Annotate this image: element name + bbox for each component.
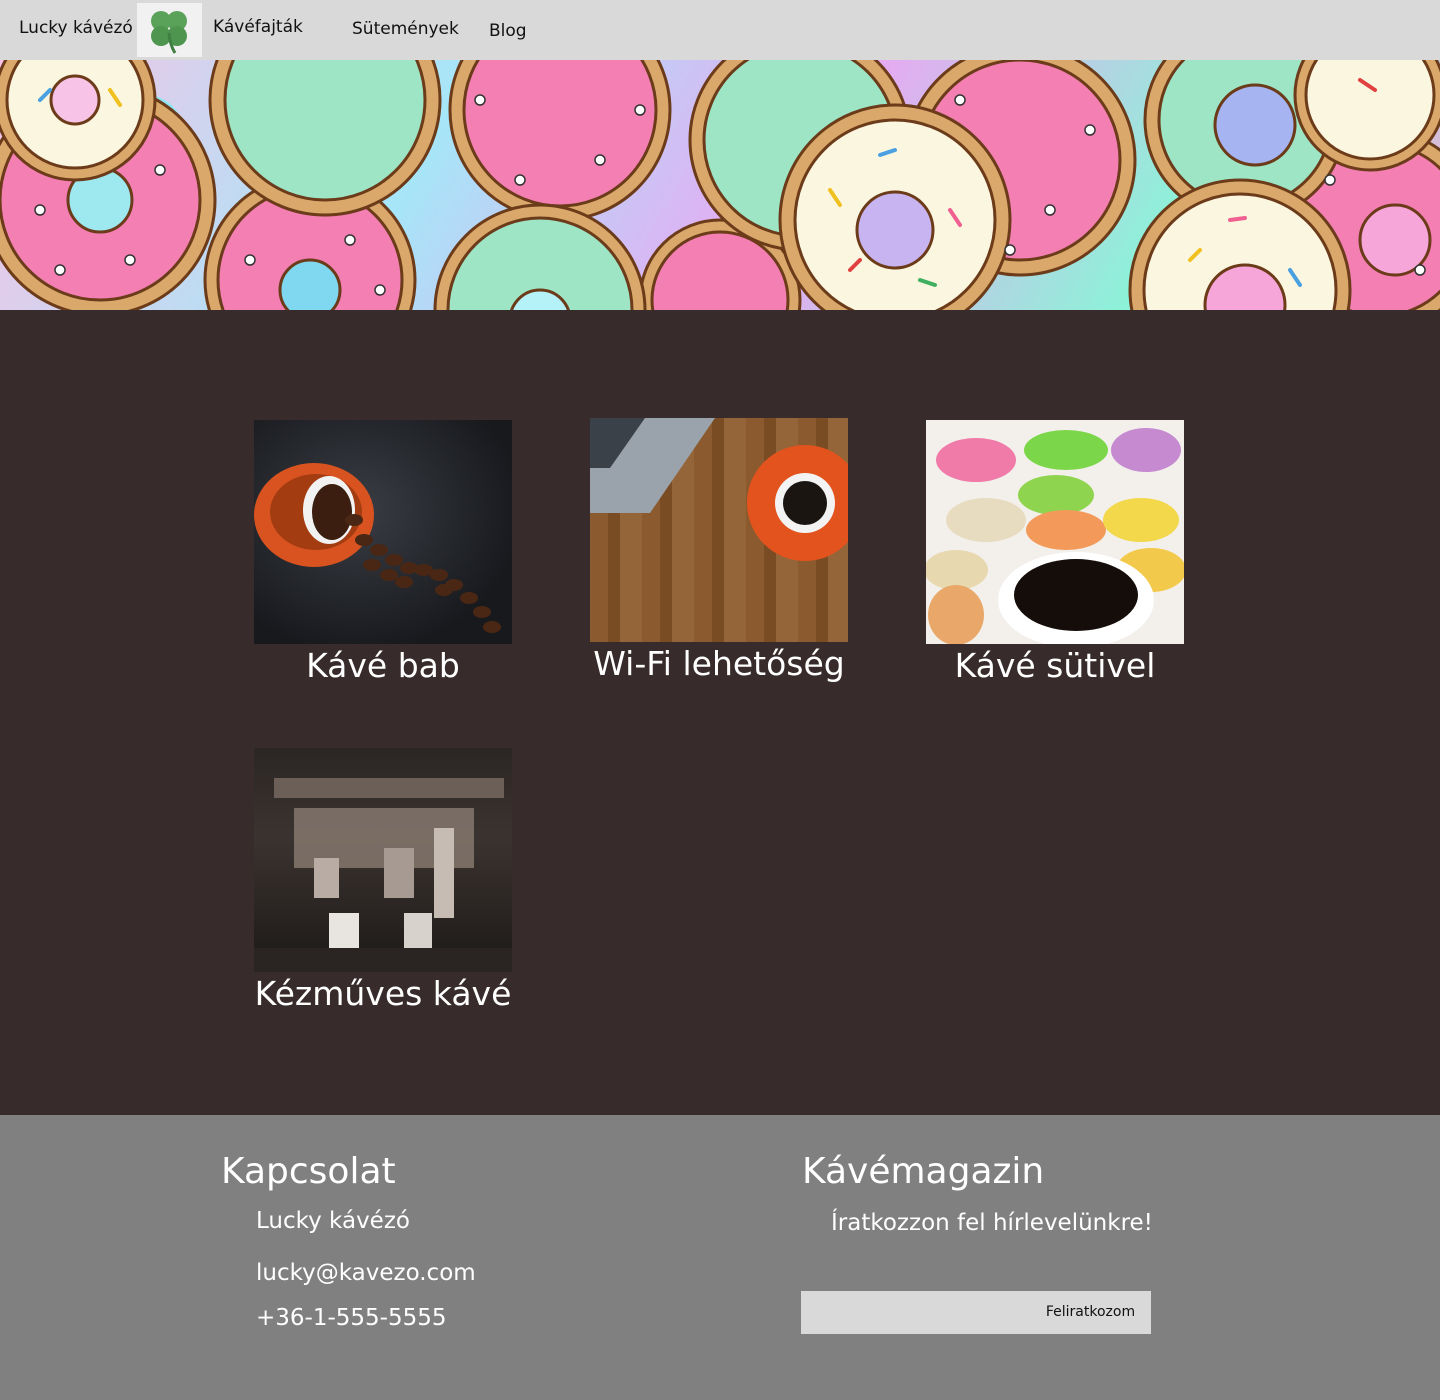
contact-email[interactable]: lucky@kavezo.com [256,1260,476,1286]
clover-logo-icon[interactable] [137,3,202,57]
contact-phone[interactable]: +36-1-555-5555 [256,1305,447,1331]
newsletter-text: Íratkozzon fel hírlevelünkre! [831,1210,1153,1236]
card-title: Kávé bab [306,646,460,685]
brand-name[interactable]: Lucky kávézó [19,18,133,38]
card-kave-sutivel[interactable]: Kávé sütivel [926,420,1184,687]
macarons-coffee-image [926,420,1184,644]
nav-link-blog[interactable]: Blog [489,21,527,41]
laptop-coffee-image [590,418,848,642]
card-title: Kézműves kávé [254,974,512,1013]
card-wifi[interactable]: Wi-Fi lehetőség [590,418,848,685]
nav-link-kavefajtak[interactable]: Kávéfajták [213,17,303,37]
subscribe-button[interactable]: Feliratkozom [1030,1291,1151,1334]
footer: Kapcsolat Lucky kávézó lucky@kavezo.com … [0,1115,1440,1400]
donut-illustration [0,60,1440,310]
card-kezmuves-kave[interactable]: Kézműves kávé [254,748,512,1015]
magazine-title: Kávémagazin [802,1151,1045,1192]
hero-donut-banner [0,60,1440,310]
contact-name: Lucky kávézó [256,1208,410,1234]
espresso-machine-image [254,748,512,972]
coffee-beans-image [254,420,512,644]
card-title: Wi-Fi lehetőség [593,644,845,683]
nav-link-sutemenyek[interactable]: Sütemények [352,19,459,39]
contact-title: Kapcsolat [221,1151,396,1192]
card-title: Kávé sütivel [954,646,1156,685]
top-nav: Lucky kávézó Kávéfajták Sütemények Blog [0,0,1440,60]
card-kave-bab[interactable]: Kávé bab [254,420,512,687]
